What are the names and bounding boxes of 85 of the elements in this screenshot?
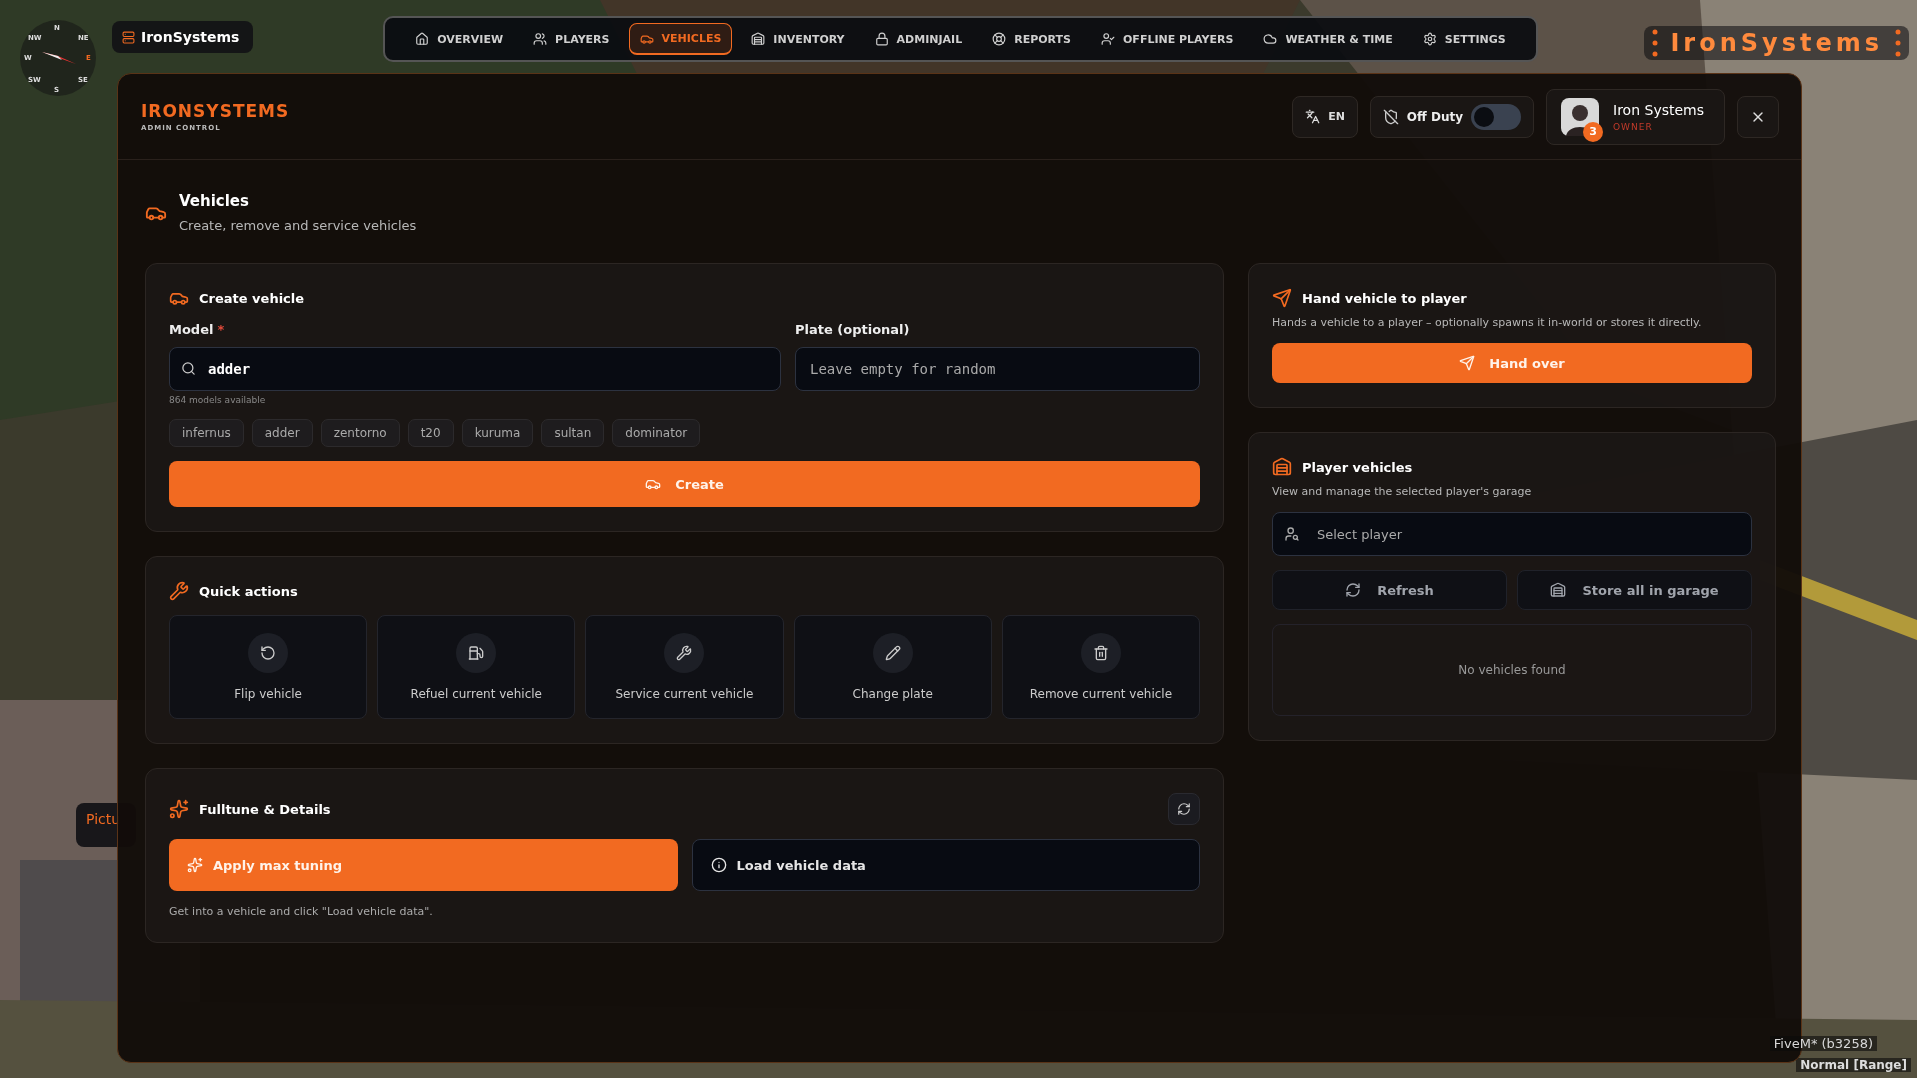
- info-icon: [710, 857, 727, 873]
- dots-icon: [1895, 28, 1901, 58]
- brand-logo: IronSystems: [1670, 29, 1883, 57]
- fuel-pump-icon: [456, 633, 497, 673]
- plate-field[interactable]: Leave empty for random: [795, 347, 1200, 391]
- model-chip[interactable]: sultan: [541, 419, 605, 447]
- refresh-icon: [1177, 802, 1191, 816]
- models-hint: 864 models available: [169, 395, 267, 405]
- action-button[interactable]: Remove current vehicle: [1001, 615, 1200, 719]
- model-chip[interactable]: zentorno: [320, 419, 400, 447]
- action-button[interactable]: Service current vehicle: [585, 615, 784, 719]
- nav-tab[interactable]: OFFLINE PLAYERS: [1090, 23, 1245, 55]
- language-button[interactable]: EN: [1292, 95, 1358, 138]
- user-name: Iron Systems: [1613, 101, 1704, 118]
- trash-icon: [1080, 633, 1121, 673]
- shield-off-icon: [1382, 108, 1399, 125]
- settings-icon: [1422, 32, 1437, 46]
- card-description: Hands a vehicle to a player – optionally spawns it in-world or stores it directly.: [1272, 316, 1703, 329]
- user-search-icon: [1284, 526, 1300, 542]
- card-description: View and manage the selected player's garage: [1272, 485, 1533, 498]
- sparkles-icon: [169, 799, 189, 819]
- users-icon: [533, 32, 548, 46]
- card-title: Hand vehicle to player: [1302, 290, 1467, 306]
- model-search-field[interactable]: adder: [169, 347, 781, 391]
- lifebuoy-icon: [992, 32, 1007, 46]
- send-icon: [1272, 288, 1292, 308]
- warehouse-icon: [751, 32, 766, 46]
- user-role: OWNER: [1613, 121, 1654, 132]
- user-card[interactable]: 3 Iron Systems OWNER: [1546, 88, 1725, 145]
- refresh-icon: [1345, 582, 1362, 598]
- avatar: [1561, 97, 1600, 136]
- field-label: Model *: [169, 322, 226, 337]
- tune-hint: Get into a vehicle and click "Load vehicle data".: [169, 905, 434, 918]
- nav-tab[interactable]: ADMINJAIL: [863, 23, 974, 55]
- server-icon: [122, 30, 135, 44]
- nav-tab[interactable]: OVERVIEW: [404, 23, 515, 55]
- pencil-icon: [872, 633, 913, 673]
- cloud-icon: [1263, 32, 1278, 46]
- user-check-icon: [1101, 32, 1115, 46]
- dots-icon: [1652, 28, 1659, 58]
- translate-icon: [1305, 109, 1321, 124]
- wrench-icon: [664, 633, 705, 673]
- nav-tab[interactable]: WEATHER & TIME: [1252, 23, 1404, 55]
- search-icon: [181, 361, 196, 376]
- model-chip[interactable]: adder: [251, 419, 313, 447]
- warehouse-icon: [1550, 582, 1567, 598]
- nav-tab[interactable]: VEHICLES: [628, 23, 733, 55]
- model-chip[interactable]: infernus: [169, 419, 244, 447]
- model-chip[interactable]: dominator: [612, 419, 701, 447]
- close-button[interactable]: [1737, 95, 1779, 138]
- card-title: Player vehicles: [1302, 459, 1413, 475]
- model-chip[interactable]: t20: [407, 419, 454, 447]
- page-subtitle: Create, remove and service vehicles: [179, 218, 417, 233]
- duty-switch[interactable]: [1471, 103, 1522, 130]
- wrench-icon: [169, 581, 189, 601]
- compass-needle-icon: [42, 50, 76, 66]
- rotate-icon: [248, 633, 289, 673]
- load-data-button[interactable]: Load vehicle data: [691, 839, 1200, 891]
- server-name: IronSystems: [141, 29, 240, 45]
- voice-range-label: Normal [Range]: [1796, 1058, 1911, 1072]
- nav-tab[interactable]: REPORTS: [981, 23, 1082, 55]
- duty-label: Off Duty: [1406, 109, 1464, 124]
- model-chip[interactable]: kuruma: [461, 419, 534, 447]
- refresh-button[interactable]: Refresh: [1272, 570, 1507, 610]
- action-button[interactable]: Flip vehicle: [169, 615, 368, 719]
- warehouse-icon: [1272, 457, 1292, 477]
- nav-tab[interactable]: INVENTORY: [740, 23, 856, 55]
- player-select-field[interactable]: Select player: [1272, 512, 1752, 556]
- field-label: Plate (optional): [795, 322, 911, 337]
- empty-message: No vehicles found: [1458, 663, 1566, 677]
- send-icon: [1459, 355, 1476, 371]
- card-title: Quick actions: [199, 583, 298, 599]
- nav-tab[interactable]: SETTINGS: [1411, 23, 1517, 55]
- refresh-button[interactable]: [1168, 793, 1200, 825]
- sparkles-icon: [187, 857, 203, 873]
- page-title: Vehicles: [179, 192, 250, 210]
- action-button[interactable]: Refuel current vehicle: [377, 615, 576, 719]
- action-button[interactable]: Change plate: [793, 615, 992, 719]
- card-title: Fulltune & Details: [199, 801, 331, 817]
- home-icon: [415, 32, 430, 46]
- panel-logo: IRONSYSTEMS: [141, 101, 290, 121]
- store-all-button[interactable]: Store all in garage: [1517, 570, 1752, 610]
- lock-icon: [874, 32, 889, 46]
- nav-tab[interactable]: PLAYERS: [522, 23, 621, 55]
- card-title: Create vehicle: [199, 290, 305, 306]
